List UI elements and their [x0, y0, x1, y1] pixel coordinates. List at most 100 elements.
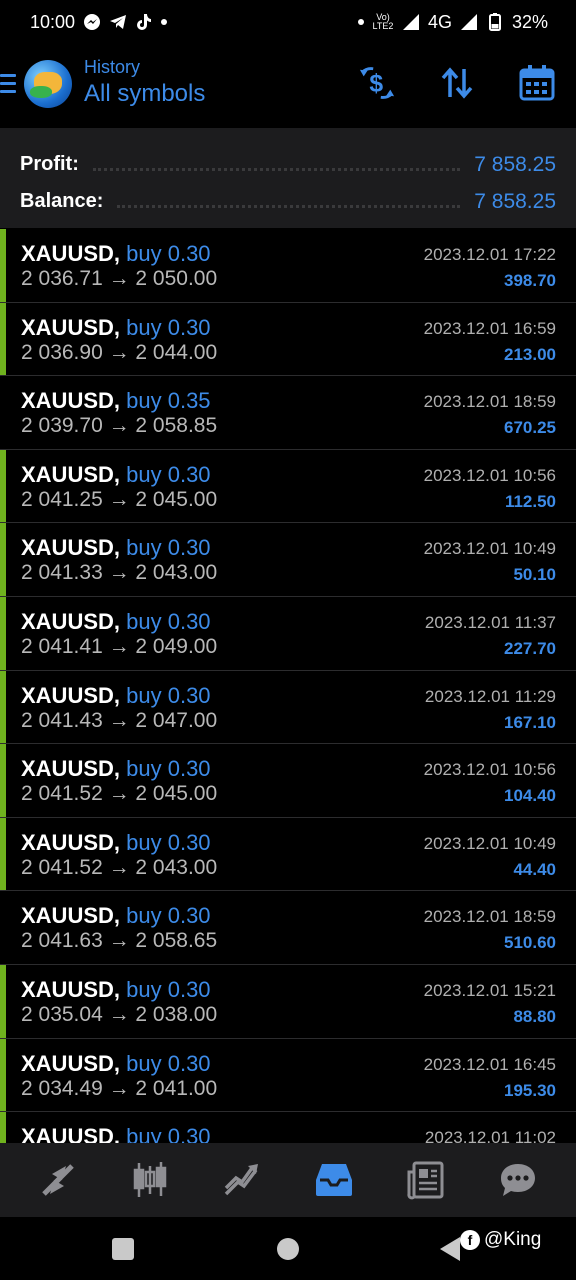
trade-prices: 2 036.71 → 2 050.00 [21, 267, 218, 290]
trade-title: XAUUSD, buy 0.30 [21, 241, 211, 267]
trade-symbol: XAUUSD, [21, 314, 121, 340]
trade-row[interactable]: XAUUSD, buy 0.30 2 041.41 → 2 049.00 202… [0, 596, 576, 671]
trade-profit: 88.80 [513, 1006, 556, 1026]
trade-title: XAUUSD, buy 0.30 [21, 830, 211, 856]
trade-side-volume: buy 0.30 [126, 1124, 211, 1143]
status-time: 10:00 [30, 11, 76, 32]
trade-side-volume: buy 0.30 [126, 976, 211, 1002]
trade-row[interactable]: XAUUSD, buy 0.30 2 035.04 → 2 038.00 202… [0, 964, 576, 1039]
sort-arrows-icon [441, 67, 473, 99]
balance-value: 7 858.25 [474, 189, 556, 213]
recent-apps-button[interactable] [112, 1238, 134, 1260]
battery-icon [486, 13, 504, 31]
position-marker [0, 964, 6, 1038]
trade-row[interactable]: XAUUSD, buy 0.30 2 036.90 → 2 044.00 202… [0, 302, 576, 377]
calendar-button[interactable] [518, 64, 556, 102]
volte-icon: Vo) LTE2 [372, 12, 394, 31]
position-marker [0, 302, 6, 376]
position-marker [0, 1112, 6, 1143]
watermark-text: @King [484, 1229, 542, 1250]
trade-row[interactable]: XAUUSD, buy 0.30 2 041.43 → 2 047.00 202… [0, 670, 576, 745]
trade-time: 2023.12.01 18:59 [423, 392, 556, 412]
nav-chart[interactable] [128, 1158, 172, 1202]
trade-profit: 112.50 [504, 491, 556, 511]
trade-side-volume: buy 0.30 [126, 535, 211, 561]
trade-row[interactable]: XAUUSD, buy 0.30 2 034.49 → 2 041.00 202… [0, 1038, 576, 1113]
trade-row[interactable]: XAUUSD, buy 0.30 2 041.52 → 2 043.00 202… [0, 817, 576, 892]
position-marker [0, 449, 6, 523]
trade-title: XAUUSD, buy 0.30 [21, 462, 211, 488]
trade-prices: 2 035.04 → 2 038.00 [21, 1002, 218, 1026]
trade-prices: 2 039.70 → 2 058.85 [21, 414, 218, 438]
trade-prices: 2 041.43 → 2 047.00 [21, 708, 218, 732]
trade-time: 2023.12.01 16:45 [423, 1054, 556, 1074]
trade-row[interactable]: XAUUSD, buy 0.30 2 041.33 → 2 043.00 202… [0, 523, 576, 597]
app-logo[interactable] [24, 60, 72, 108]
trade-prices: 2 041.63 → 2 058.65 [21, 929, 218, 953]
app-header: History All symbols $ [0, 44, 576, 128]
trade-symbol: XAUUSD, [21, 682, 121, 708]
facebook-icon: f [460, 1230, 480, 1250]
trade-title: XAUUSD, buy 0.30 [21, 683, 211, 709]
trade-symbol: XAUUSD, [21, 976, 121, 1002]
nav-news[interactable] [404, 1158, 448, 1202]
trade-symbol: XAUUSD, [21, 829, 121, 855]
calendar-icon [519, 65, 555, 101]
trade-prices: 2 041.52 → 2 043.00 [21, 855, 218, 879]
candlestick-icon [133, 1162, 167, 1197]
trade-symbol: XAUUSD, [21, 903, 121, 929]
trade-symbol: XAUUSD, [21, 1050, 121, 1076]
back-button[interactable] [440, 1237, 460, 1261]
trade-time: 2023.12.01 17:22 [423, 245, 556, 264]
battery-level: 32% [511, 11, 548, 32]
trade-profit: 398.70 [504, 271, 556, 290]
trade-profit: 227.70 [504, 638, 556, 658]
trade-symbol: XAUUSD, [21, 608, 121, 634]
profit-label: Profit: [20, 153, 79, 175]
trade-row[interactable]: XAUUSD, buy 0.30 2 041.63 → 2 058.65 202… [0, 891, 576, 965]
balance-row: Balance: 7 858.25 [20, 183, 556, 220]
nav-trade[interactable] [220, 1158, 264, 1202]
page-subtitle: History [84, 57, 141, 77]
signal-2-icon [460, 13, 478, 31]
trade-symbol: XAUUSD, [21, 388, 121, 414]
menu-icon[interactable] [0, 74, 16, 94]
trade-time: 2023.12.01 10:49 [423, 833, 556, 853]
trade-profit: 510.60 [504, 933, 556, 953]
trade-row[interactable]: XAUUSD, buy 0.30 2023.12.01 11:02 [0, 1112, 576, 1143]
trade-profit: 670.25 [504, 418, 556, 438]
notification-dot [161, 19, 168, 25]
trade-symbol: XAUUSD, [21, 461, 121, 487]
trade-side-volume: buy 0.35 [126, 388, 211, 414]
trade-history-list[interactable]: XAUUSD, buy 0.30 2 036.71 → 2 050.00 202… [0, 229, 576, 1143]
position-marker [0, 523, 6, 596]
title-block[interactable]: History All symbols [84, 56, 205, 110]
home-button[interactable] [277, 1238, 299, 1260]
trade-title: XAUUSD, buy 0.30 [21, 315, 211, 341]
sort-button[interactable] [438, 64, 476, 102]
trade-side-volume: buy 0.30 [126, 314, 211, 340]
position-marker [0, 670, 6, 744]
network-type: 4G [427, 11, 452, 32]
trade-side-volume: buy 0.30 [126, 829, 211, 855]
summary-panel: Profit: 7 858.25 Balance: 7 858.25 [0, 128, 576, 228]
system-nav-bar: f @King [0, 1217, 576, 1280]
newspaper-icon [407, 1161, 444, 1200]
trade-profit: 195.30 [504, 1080, 556, 1100]
nav-quotes[interactable] [36, 1158, 80, 1202]
trade-row[interactable]: XAUUSD, buy 0.30 2 041.25 → 2 045.00 202… [0, 449, 576, 524]
trade-symbol: XAUUSD, [21, 241, 121, 266]
profit-value: 7 858.25 [474, 152, 556, 176]
trade-time: 2023.12.01 10:56 [423, 760, 556, 780]
trade-title: XAUUSD, buy 0.30 [21, 1124, 211, 1143]
trade-row[interactable]: XAUUSD, buy 0.35 2 039.70 → 2 058.85 202… [0, 376, 576, 450]
watermark: f @King [460, 1229, 541, 1251]
nav-history[interactable] [312, 1158, 356, 1202]
trade-row[interactable]: XAUUSD, buy 0.30 2 041.52 → 2 045.00 202… [0, 744, 576, 818]
position-marker [0, 596, 6, 670]
trade-side-volume: buy 0.30 [126, 682, 211, 708]
nav-messages[interactable] [496, 1158, 540, 1202]
trade-row[interactable]: XAUUSD, buy 0.30 2 036.71 → 2 050.00 202… [0, 229, 576, 303]
currency-exchange-button[interactable]: $ [358, 64, 396, 102]
profit-row: Profit: 7 858.25 [20, 146, 556, 183]
